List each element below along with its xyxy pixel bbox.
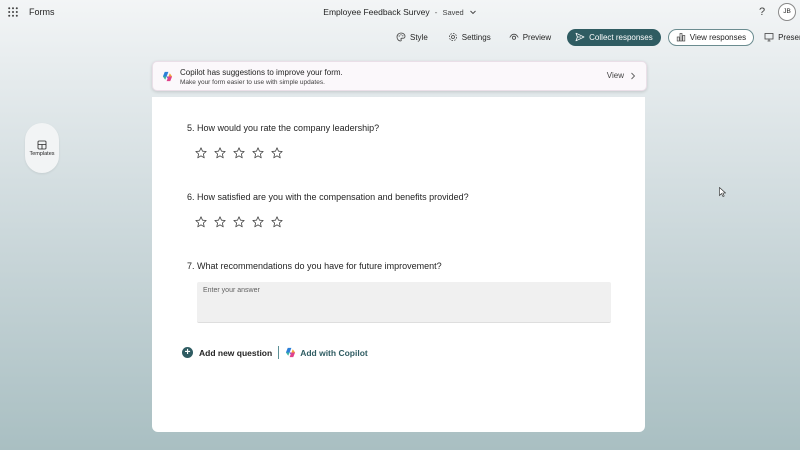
style-button[interactable]: Style <box>390 29 434 46</box>
chevron-right-icon <box>631 72 636 79</box>
divider <box>278 346 280 359</box>
templates-icon <box>37 140 47 150</box>
banner-subtitle: Make your form easier to use with simple… <box>180 79 325 86</box>
present-label: Present <box>778 32 800 42</box>
monitor-icon <box>764 33 774 42</box>
question-title[interactable]: 6. How satisfied are you with the compen… <box>187 192 469 202</box>
copilot-icon <box>286 347 296 358</box>
eye-icon <box>509 33 519 40</box>
settings-label: Settings <box>461 32 491 42</box>
chevron-down-icon[interactable] <box>469 8 477 16</box>
star-icon[interactable] <box>214 147 226 159</box>
waffle-icon[interactable] <box>8 7 18 17</box>
question-title[interactable]: 7. What recommendations do you have for … <box>187 261 442 271</box>
view-responses-label: View responses <box>689 32 747 42</box>
avatar[interactable]: JB <box>778 3 796 21</box>
banner-view-label: View <box>606 71 624 80</box>
style-label: Style <box>410 32 428 42</box>
copilot-icon <box>162 71 173 82</box>
document-title-bar: Employee Feedback Survey - Saved <box>0 7 800 17</box>
copilot-suggestion-banner: Copilot has suggestions to improve your … <box>152 61 647 91</box>
form-card: 5. How would you rate the company leader… <box>152 97 645 432</box>
star-icon[interactable] <box>233 147 245 159</box>
star-icon[interactable] <box>271 147 283 159</box>
star-icon[interactable] <box>195 147 207 159</box>
help-icon[interactable]: ? <box>755 5 769 19</box>
top-bar: Forms Employee Feedback Survey - Saved ?… <box>0 0 800 26</box>
chart-icon <box>676 33 685 42</box>
save-status: Saved <box>442 7 464 17</box>
answer-placeholder: Enter your answer <box>203 287 260 294</box>
add-question-row: + Add new question Add with Copilot <box>182 346 368 359</box>
star-icon[interactable] <box>214 216 226 228</box>
settings-button[interactable]: Settings <box>442 29 497 46</box>
collect-responses-label: Collect responses <box>589 32 653 42</box>
star-icon[interactable] <box>233 216 245 228</box>
templates-button[interactable]: Templates <box>25 123 59 173</box>
send-icon <box>575 32 585 42</box>
preview-button[interactable]: Preview <box>503 29 557 46</box>
question-title[interactable]: 5. How would you rate the company leader… <box>187 123 379 133</box>
preview-label: Preview <box>522 32 552 42</box>
add-new-question-label: Add new question <box>199 347 273 358</box>
view-responses-button[interactable]: View responses <box>667 28 755 46</box>
plus-icon: + <box>182 347 193 358</box>
star-icon[interactable] <box>195 216 207 228</box>
add-with-copilot-button[interactable]: Add with Copilot <box>285 347 368 358</box>
rating-stars <box>195 216 283 228</box>
form-toolbar: Style Settings Preview Collect responses… <box>390 28 800 46</box>
present-button[interactable]: Present <box>758 29 800 46</box>
banner-view-button[interactable]: View <box>607 71 636 80</box>
add-new-question-button[interactable]: + Add new question <box>182 347 272 358</box>
collect-responses-button[interactable]: Collect responses <box>567 28 661 46</box>
answer-input[interactable]: Enter your answer <box>197 282 611 323</box>
palette-icon <box>396 32 406 42</box>
templates-label: Templates <box>29 151 55 157</box>
title-separator: - <box>434 7 438 17</box>
gear-icon <box>448 33 457 41</box>
rating-stars <box>195 147 283 159</box>
cursor-icon <box>719 187 726 197</box>
add-with-copilot-label: Add with Copilot <box>300 347 368 358</box>
banner-title: Copilot has suggestions to improve your … <box>180 68 343 77</box>
star-icon[interactable] <box>252 147 264 159</box>
star-icon[interactable] <box>271 216 283 228</box>
document-title[interactable]: Employee Feedback Survey <box>323 7 429 17</box>
star-icon[interactable] <box>252 216 264 228</box>
app-name[interactable]: Forms <box>29 7 55 17</box>
